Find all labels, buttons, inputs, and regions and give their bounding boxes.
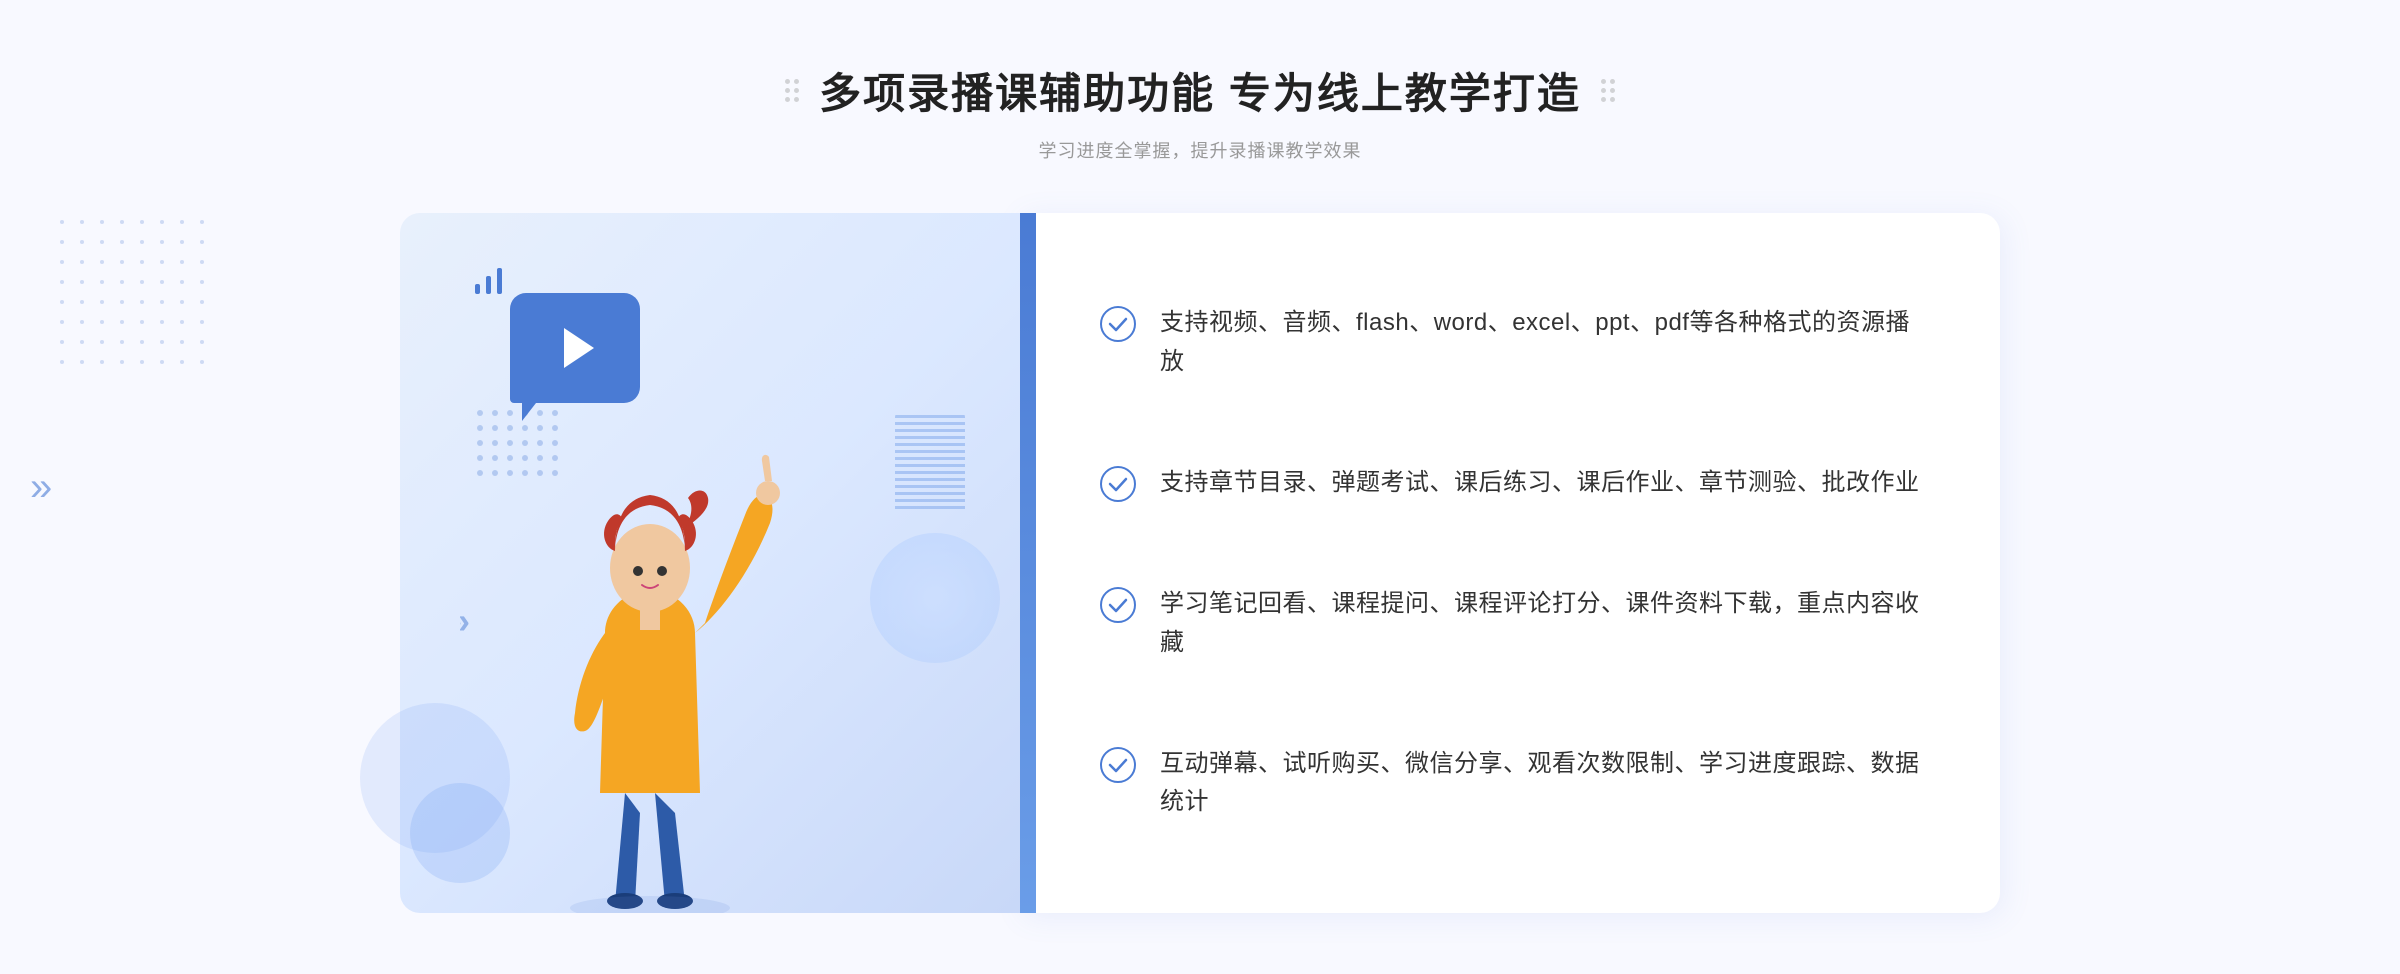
- features-panel: 支持视频、音频、flash、word、excel、ppt、pdf等各种格式的资源…: [1020, 213, 2000, 913]
- check-icon-1: [1100, 306, 1136, 342]
- header-title-row: 多项录播课辅助功能 专为线上教学打造: [785, 60, 1615, 121]
- header-right-dots-icon: [1601, 79, 1615, 102]
- feature-item-3: 学习笔记回看、课程提问、课程评论打分、课件资料下载，重点内容收藏: [1100, 565, 1920, 682]
- check-icon-2: [1100, 466, 1136, 502]
- check-icon-3: [1100, 587, 1136, 623]
- bg-dots-pattern-left: [60, 220, 214, 374]
- signal-dots: [475, 268, 502, 294]
- blue-separator-bar: [1020, 213, 1036, 913]
- left-chevrons-decoration: »: [30, 467, 52, 507]
- header-section: 多项录播课辅助功能 专为线上教学打造 学习进度全掌握，提升录播课教学效果: [785, 60, 1615, 163]
- illustration-panel: »: [400, 213, 1020, 913]
- chevron-right-icon: »: [30, 467, 52, 507]
- feature-text-4: 互动弹幕、试听购买、微信分享、观看次数限制、学习进度跟踪、数据统计: [1160, 745, 1920, 822]
- feature-text-3: 学习笔记回看、课程提问、课程评论打分、课件资料下载，重点内容收藏: [1160, 585, 1920, 662]
- feature-item-2: 支持章节目录、弹题考试、课后练习、课后作业、章节测验、批改作业: [1100, 444, 1920, 522]
- person-illustration: »: [460, 333, 840, 913]
- page-wrapper: » 多项录播课辅助功能 专为线上教学打造 学习进度全掌握，提升录播课教学效果: [0, 0, 2400, 974]
- header-left-dots-icon: [785, 79, 799, 102]
- deco-stripe-lines: [895, 413, 965, 513]
- page-subtitle: 学习进度全掌握，提升录播课教学效果: [785, 137, 1615, 163]
- feature-item-1: 支持视频、音频、flash、word、excel、ppt、pdf等各种格式的资源…: [1100, 284, 1920, 401]
- deco-circle-right: [870, 533, 1000, 663]
- check-icon-4: [1100, 747, 1136, 783]
- feature-text-2: 支持章节目录、弹题考试、课后练习、课后作业、章节测验、批改作业: [1160, 464, 1920, 502]
- feature-item-4: 互动弹幕、试听购买、微信分享、观看次数限制、学习进度跟踪、数据统计: [1100, 725, 1920, 842]
- feature-text-1: 支持视频、音频、flash、word、excel、ppt、pdf等各种格式的资源…: [1160, 304, 1920, 381]
- content-area: »: [400, 213, 2000, 913]
- page-title: 多项录播课辅助功能 专为线上教学打造: [819, 60, 1581, 121]
- svg-text:»: »: [460, 600, 470, 641]
